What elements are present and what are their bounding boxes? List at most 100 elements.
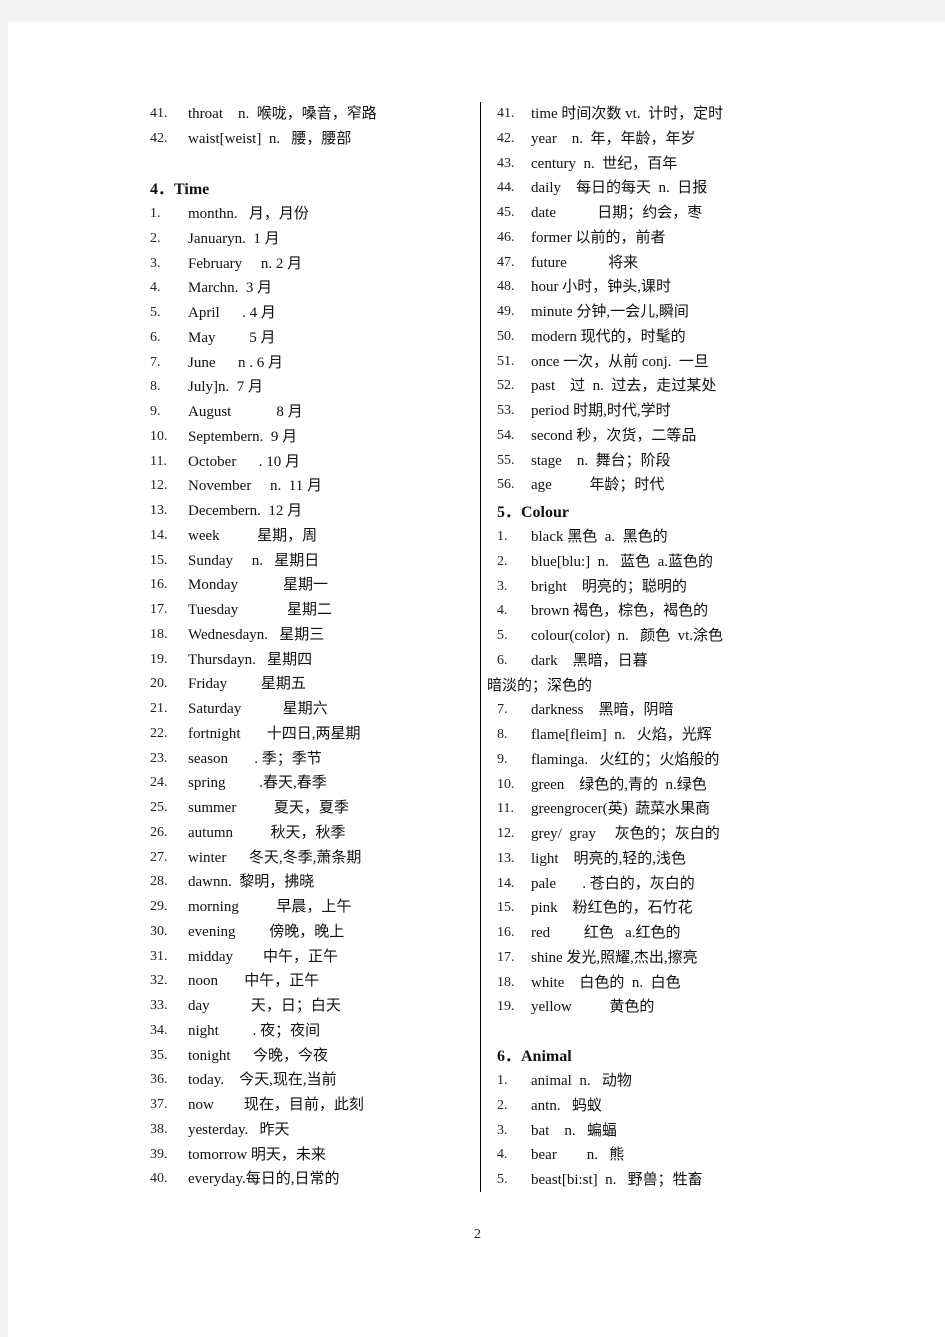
page-number: 2 — [474, 1227, 481, 1242]
section-heading-animal: 6．Animal — [497, 1048, 572, 1065]
item-text: Monday 星期一 — [188, 577, 328, 594]
item-text: July]n. 7 月 — [188, 379, 264, 396]
item-number: 56. — [497, 477, 515, 493]
item-text: Januaryn. 1 月 — [188, 230, 280, 247]
item-text: season . 季；季节 — [188, 750, 322, 767]
item-text: April . 4 月 — [188, 305, 276, 321]
item-text: June n . 6 月 — [188, 354, 283, 371]
item-text: time 时间次数 vt. 计时，定时 — [531, 106, 724, 122]
item-text: flaminga. 火红的；火焰般的 — [531, 751, 720, 768]
item-number: 8. — [150, 379, 161, 395]
item-number: 13. — [150, 503, 168, 518]
item-text: week 星期，周 — [188, 527, 318, 544]
item-number: 16. — [150, 577, 168, 593]
item-number: 4. — [497, 1147, 508, 1163]
item-number: 11. — [150, 453, 167, 469]
item-number: 16. — [497, 925, 515, 940]
item-number: 17. — [150, 602, 168, 617]
item-text: Saturday 星期六 — [188, 701, 328, 717]
item-number: 12. — [150, 478, 168, 494]
item-text: yesterday. 昨天 — [188, 1121, 290, 1138]
item-text: Thursdayn. 星期四 — [188, 651, 313, 668]
item-number: 19. — [497, 999, 515, 1015]
item-number: 39. — [150, 1146, 168, 1162]
item-number: 14. — [150, 527, 168, 543]
item-text: year n. 年，年龄，年岁 — [531, 130, 696, 147]
item-number: 53. — [497, 403, 515, 418]
item-text: Decembern. 12 月 — [188, 503, 303, 519]
item-text: autumn 秋天，秋季 — [188, 824, 346, 841]
item-number: 50. — [497, 328, 515, 344]
item-number: 42. — [150, 130, 168, 146]
item-number: 43. — [497, 155, 515, 171]
item-text: pink 粉红色的，石竹花 — [531, 900, 693, 917]
item-number: 17. — [497, 949, 515, 965]
item-number: 23. — [150, 750, 168, 766]
item-number: 46. — [497, 229, 515, 245]
item-text: bright 明亮的；聪明的 — [531, 578, 687, 595]
item-text: evening 傍晚，晚上 — [188, 923, 345, 940]
item-number: 27. — [150, 849, 168, 865]
item-number: 45. — [497, 205, 515, 220]
item-number: 24. — [150, 775, 168, 791]
item-text: period 时期,时代,学时 — [531, 403, 671, 419]
item-number: 31. — [150, 948, 168, 964]
item-text: October . 10 月 — [188, 453, 301, 470]
item-text: light 明亮的,轻的,浅色 — [531, 850, 687, 867]
item-text: past 过 n. 过去，走过某处 — [531, 378, 717, 395]
item-text: black 黑色 a. 黑色的 — [531, 529, 668, 545]
item-number: 28. — [150, 874, 168, 890]
item-text: spring .春天,春季 — [188, 775, 327, 792]
item-number: 54. — [497, 427, 515, 443]
item-number: 3. — [150, 255, 161, 271]
item-number: 5. — [497, 1172, 508, 1187]
item-text: white 白色的 n. 白色 — [531, 974, 681, 991]
item-number: 40. — [150, 1171, 168, 1187]
item-number: 25. — [150, 800, 168, 815]
item-text: stage n. 舞台；阶段 — [531, 452, 671, 469]
item-text: grey/ gray 灰色的；灰白的 — [531, 826, 720, 842]
item-text: Wednesdayn. 星期三 — [188, 626, 325, 643]
item-text: Sunday n. 星期日 — [188, 552, 320, 569]
item-number: 1. — [497, 529, 508, 544]
section-heading-time: 4．Time — [150, 181, 210, 198]
item-text: antn. 蚂蚁 — [531, 1097, 602, 1114]
item-text: darkness 黑暗，阴暗 — [531, 702, 674, 719]
item-text: Tuesday 星期二 — [188, 602, 333, 618]
item-number: 32. — [150, 973, 168, 989]
item-number: 49. — [497, 304, 515, 319]
item-text: pale . 苍白的，灰白的 — [531, 875, 695, 892]
item-text: noon 中午，正午 — [188, 973, 320, 990]
item-text: greengrocer(英) 蔬菜水果商 — [531, 801, 711, 818]
item-number: 6. — [150, 329, 161, 345]
item-number: 12. — [497, 826, 515, 841]
item-number: 36. — [150, 1072, 168, 1088]
item-number: 11. — [497, 801, 514, 817]
item-text: May 5 月 — [188, 329, 276, 346]
item-number: 10. — [150, 428, 168, 444]
item-number: 6. — [497, 652, 508, 668]
item-text: monthn. 月，月份 — [188, 206, 309, 222]
item-number: 7. — [150, 354, 161, 370]
item-text: minute 分钟,一会儿,瞬间 — [531, 304, 689, 320]
item-number: 22. — [150, 725, 168, 741]
item-text: throat n. 喉咙，嗓音，窄路 — [188, 106, 377, 122]
item-text: daily 每日的每天 n. 日报 — [531, 180, 708, 197]
item-text: night . 夜；夜间 — [188, 1022, 321, 1039]
item-text: flame[fleim] n. 火焰，光辉 — [531, 727, 712, 743]
item-number: 29. — [150, 899, 168, 914]
item-text: fortnight 十四日,两星期 — [188, 725, 361, 742]
item-text: November n. 11 月 — [188, 478, 323, 495]
item-number: 13. — [497, 850, 515, 866]
item-text: Marchn. 3 月 — [188, 280, 273, 297]
item-number: 15. — [150, 552, 168, 568]
item-number: 42. — [497, 130, 515, 146]
item-number: 30. — [150, 923, 168, 939]
item-number: 41. — [150, 106, 168, 121]
item-number: 3. — [497, 578, 508, 594]
item-text: August 8 月 — [188, 404, 303, 420]
item-text: colour(color) n. 颜色 vt.涂色 — [531, 628, 724, 644]
item-text: shine 发光,照耀,杰出,擦亮 — [531, 949, 698, 966]
item-text: future 将来 — [531, 254, 639, 271]
item-text: date 日期；约会，枣 — [531, 205, 703, 221]
